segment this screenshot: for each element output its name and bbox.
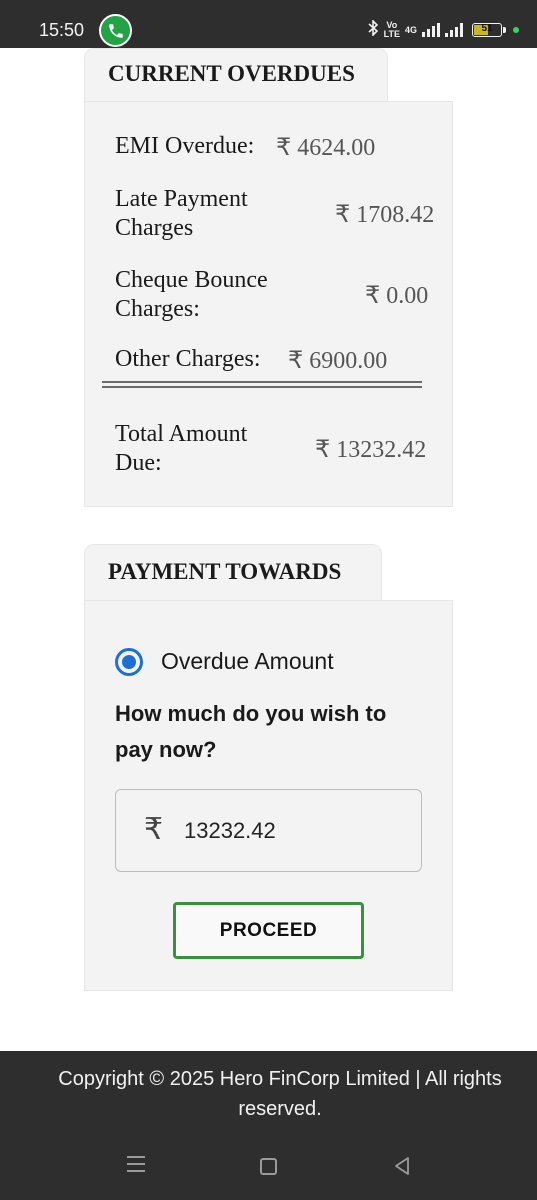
bluetooth-icon xyxy=(367,19,379,39)
proceed-button[interactable]: PROCEED xyxy=(173,902,364,959)
pay-now-question: How much do you wish to pay now? xyxy=(115,701,387,762)
status-bar: 15:50 Vo LTE 4G 51 xyxy=(0,0,537,48)
rupee-icon: ₹ xyxy=(144,813,164,846)
cheque-bounce-amount: ₹ 0.00 xyxy=(365,283,429,309)
late-payment-label: Late Payment Charges xyxy=(115,186,248,241)
total-due-amount: ₹ 13232.42 xyxy=(315,437,427,463)
amount-input-value[interactable]: 13232.42 xyxy=(184,818,276,844)
volte-icon: Vo LTE xyxy=(383,20,400,39)
battery-level: 51 xyxy=(481,22,493,34)
payment-title: PAYMENT TOWARDS xyxy=(108,559,342,584)
overdues-tab: CURRENT OVERDUES xyxy=(84,48,388,102)
status-indicators: Vo LTE 4G 51 xyxy=(367,19,519,39)
phone-call-icon[interactable] xyxy=(99,14,132,47)
home-icon[interactable] xyxy=(260,1158,277,1175)
back-icon[interactable] xyxy=(392,1156,412,1181)
emi-overdue-label: EMI Overdue: xyxy=(115,133,255,159)
cheque-bounce-label: Cheque Bounce Charges: xyxy=(115,267,268,322)
radio-selected-dot xyxy=(122,655,136,669)
other-charges-label: Other Charges: xyxy=(115,346,261,372)
overdues-title: CURRENT OVERDUES xyxy=(108,61,355,86)
emi-overdue-amount: ₹ 4624.00 xyxy=(276,135,376,161)
total-divider xyxy=(102,381,422,388)
late-payment-amount: ₹ 1708.42 xyxy=(335,202,435,228)
battery-icon: 51 xyxy=(472,22,506,37)
status-time: 15:50 xyxy=(39,20,85,40)
recent-apps-icon[interactable] xyxy=(127,1156,145,1177)
overdue-amount-label[interactable]: Overdue Amount xyxy=(161,648,334,675)
total-due-label: Total Amount Due: xyxy=(115,421,248,476)
network-type: 4G xyxy=(404,24,417,35)
amount-input[interactable]: ₹ 13232.42 xyxy=(115,789,422,872)
other-charges-amount: ₹ 6900.00 xyxy=(288,348,388,374)
payment-tab: PAYMENT TOWARDS xyxy=(84,544,382,601)
signal-icon xyxy=(422,22,440,37)
signal-icon-2 xyxy=(445,22,463,37)
volte-bottom: LTE xyxy=(383,28,400,39)
overdue-amount-radio[interactable] xyxy=(115,648,143,676)
charging-dot-icon xyxy=(513,26,519,33)
copyright-text: Copyright © 2025 Hero FinCorp Limited | … xyxy=(58,1068,502,1120)
